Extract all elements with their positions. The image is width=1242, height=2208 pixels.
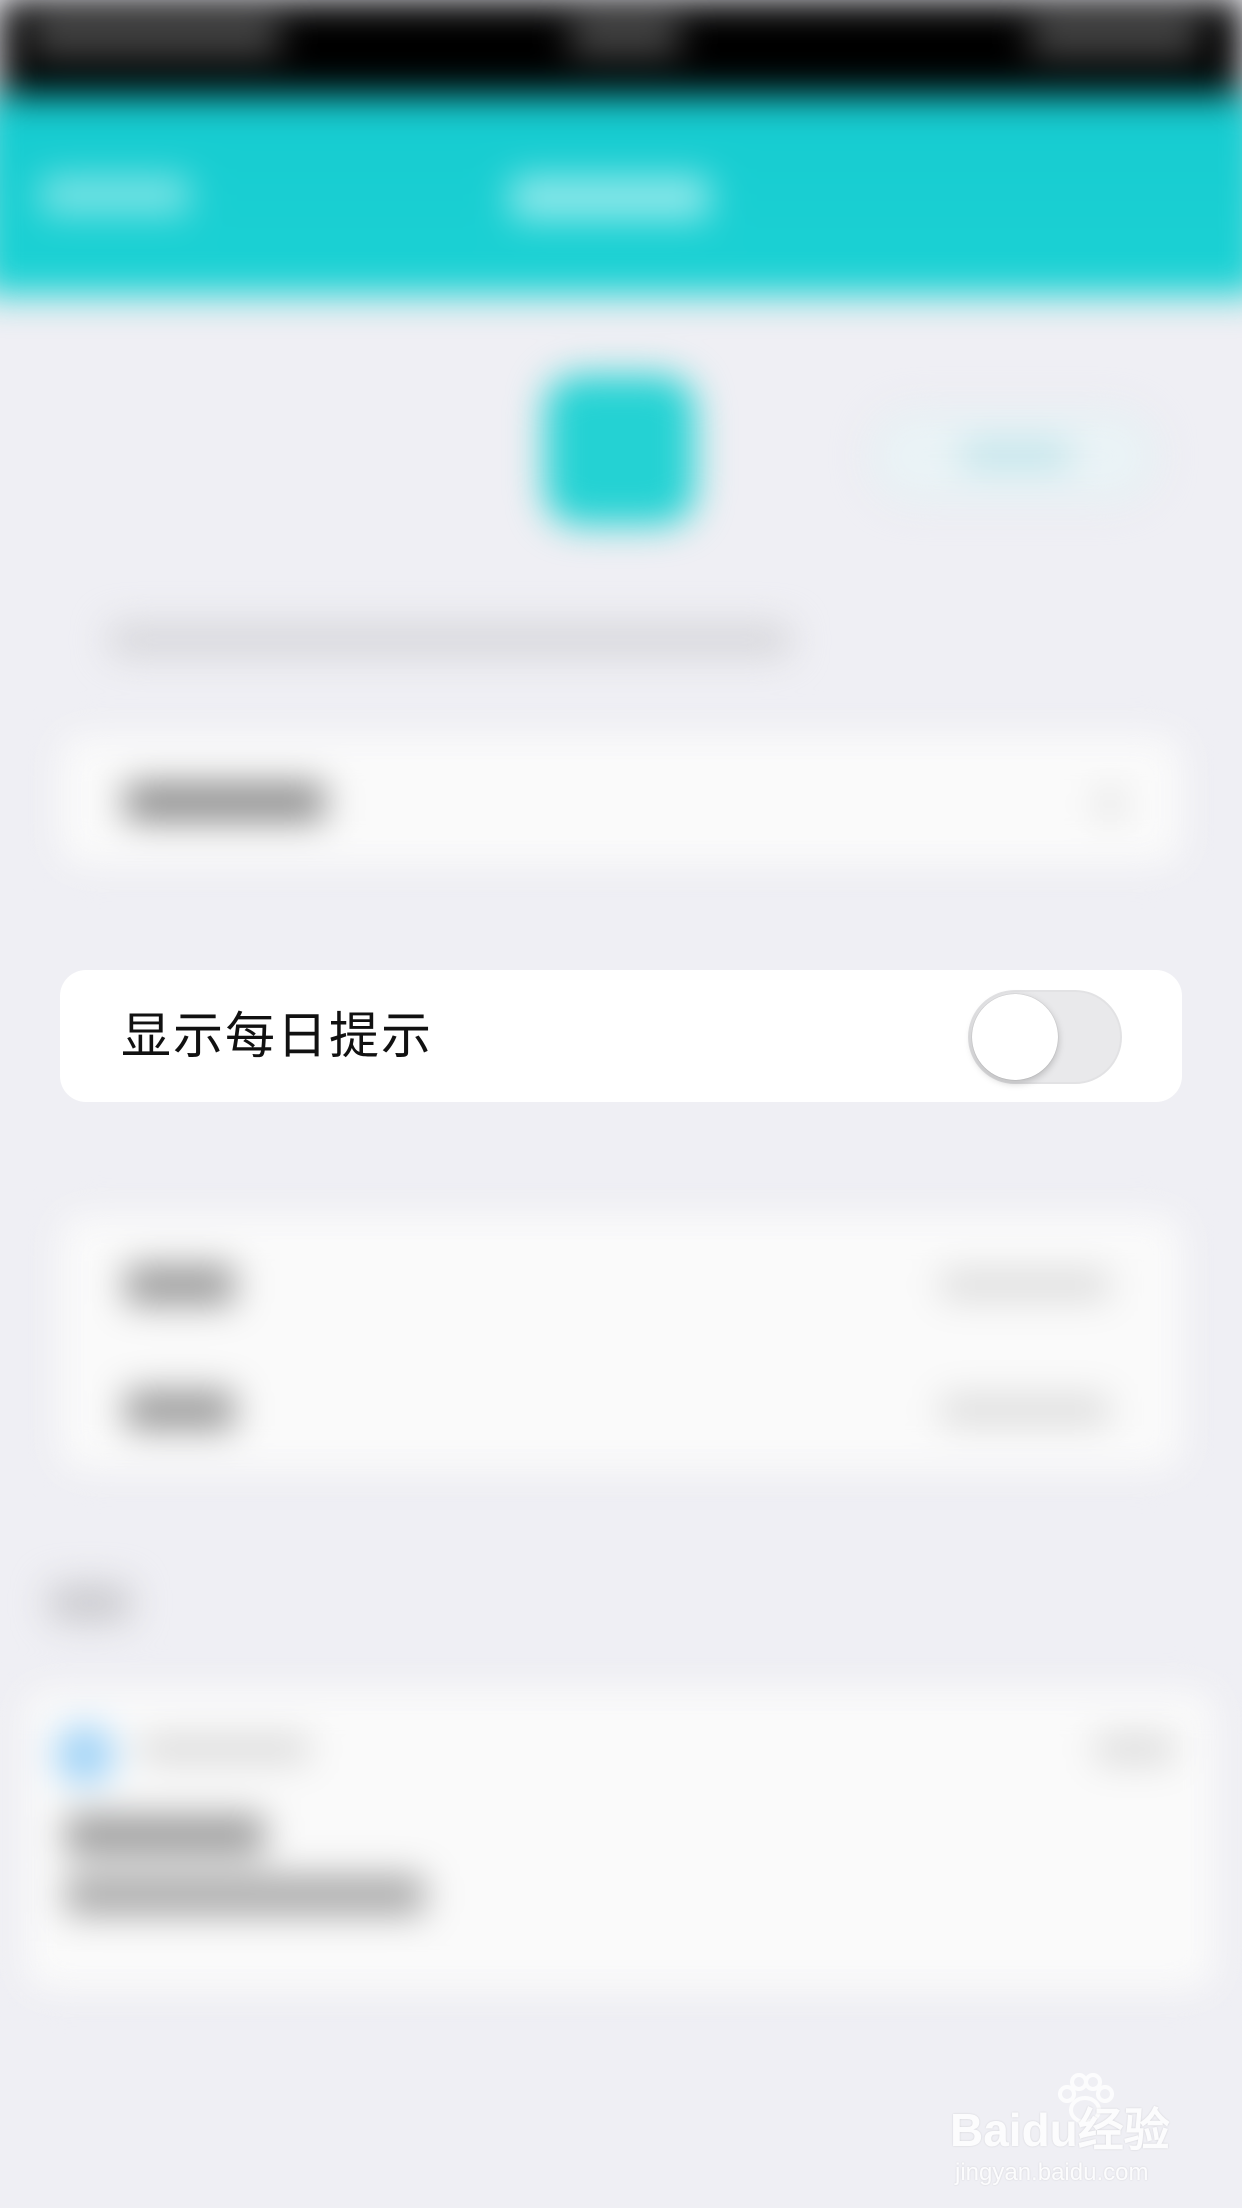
app-icon <box>545 375 695 525</box>
status-bar <box>0 0 1242 95</box>
setting-row-label <box>125 1265 235 1305</box>
status-carrier-placeholder <box>30 22 280 52</box>
watermark-logo: Baidu经验 <box>950 2104 1170 2156</box>
nav-bar <box>0 95 1242 295</box>
blurred-background <box>0 0 1242 2208</box>
nav-title <box>510 175 710 220</box>
status-battery-placeholder <box>1030 22 1200 52</box>
watermark-url: jingyan.baidu.com <box>955 2159 1149 2186</box>
message-time <box>1095 1735 1175 1763</box>
toggle-knob <box>972 994 1058 1080</box>
section-header <box>50 1585 130 1621</box>
setting-row-value <box>940 1395 1110 1425</box>
avatar <box>55 1725 115 1785</box>
chevron-right-icon <box>1100 790 1120 818</box>
message-title <box>65 1815 265 1855</box>
daily-tip-toggle[interactable] <box>968 990 1122 1084</box>
status-time-placeholder <box>570 22 680 52</box>
hero-pill-label <box>961 441 1071 469</box>
caption-text <box>110 625 790 655</box>
baidu-jingyan-watermark: Baidu经验 jingyan.baidu.com <box>950 2070 1190 2190</box>
daily-tip-row[interactable]: 显示每日提示 <box>60 970 1182 1102</box>
message-card <box>25 1690 1215 1990</box>
message-sender <box>140 1735 310 1763</box>
daily-tip-label: 显示每日提示 <box>121 1007 433 1065</box>
setting-row-label <box>125 1390 235 1430</box>
setting-row-label <box>125 783 325 821</box>
settings-card-middle <box>60 1215 1182 1470</box>
settings-card-top <box>60 735 1182 865</box>
setting-row-value <box>940 1270 1110 1300</box>
hero-pill-button <box>870 410 1157 502</box>
screen: 显示每日提示 Baidu经验 jingyan.baidu.com <box>0 0 1242 2208</box>
message-body <box>65 1875 425 1915</box>
nav-back-button <box>40 175 190 215</box>
